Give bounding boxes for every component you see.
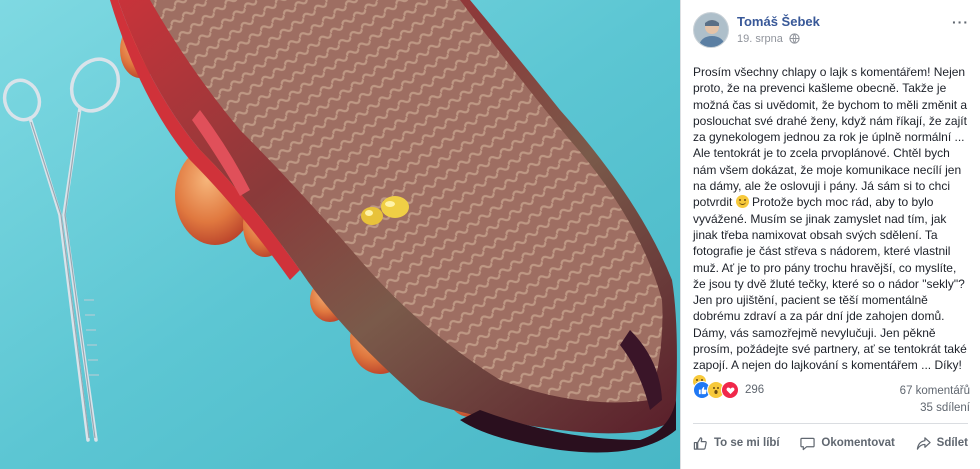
post-date[interactable]: 19. srpna: [737, 33, 783, 45]
facebook-photo-viewer: Tomáš Šebek 19. srpna ··· Prosím všechny…: [0, 0, 980, 469]
surgical-specimen-image: [0, 0, 680, 469]
globe-icon: [789, 33, 800, 44]
love-icon: [721, 381, 739, 399]
comment-button[interactable]: Okomentovat: [796, 432, 899, 455]
reactions-summary[interactable]: 296: [693, 381, 764, 399]
like-button[interactable]: To se mi líbí: [689, 432, 784, 455]
share-button[interactable]: Sdílet: [912, 432, 972, 455]
post-actions: To se mi líbí Okomentovat Sdílet: [689, 430, 972, 456]
post-header: Tomáš Šebek 19. srpna ···: [693, 12, 969, 52]
author-name[interactable]: Tomáš Šebek: [737, 14, 820, 29]
post-text: Prosím všechny chlapy o lajk s komentáře…: [693, 64, 969, 390]
avatar-image: [694, 13, 728, 47]
post-paragraph: Prosím všechny chlapy o lajk s komentáře…: [693, 65, 971, 210]
share-button-label: Sdílet: [936, 437, 968, 449]
engagement-stats: 67 komentářů 35 sdílení: [900, 383, 970, 417]
divider: [693, 423, 968, 424]
comment-count[interactable]: 67 komentářů: [900, 383, 970, 400]
more-options-icon[interactable]: ···: [952, 14, 969, 30]
like-button-label: To se mi líbí: [714, 437, 780, 449]
share-icon: [916, 436, 931, 450]
share-count[interactable]: 35 sdílení: [900, 400, 970, 417]
comment-button-label: Okomentovat: [821, 437, 895, 449]
post-sidebar: Tomáš Šebek 19. srpna ··· Prosím všechny…: [680, 0, 980, 469]
smile-emoji-icon: [735, 195, 749, 209]
thumbs-up-icon: [693, 436, 707, 450]
reaction-count: 296: [745, 384, 765, 396]
avatar[interactable]: [693, 12, 729, 48]
post-photo[interactable]: [0, 0, 680, 469]
comment-icon: [800, 437, 816, 450]
post-paragraph: Protože bych moc rád, aby to bylo vyváže…: [693, 195, 971, 373]
